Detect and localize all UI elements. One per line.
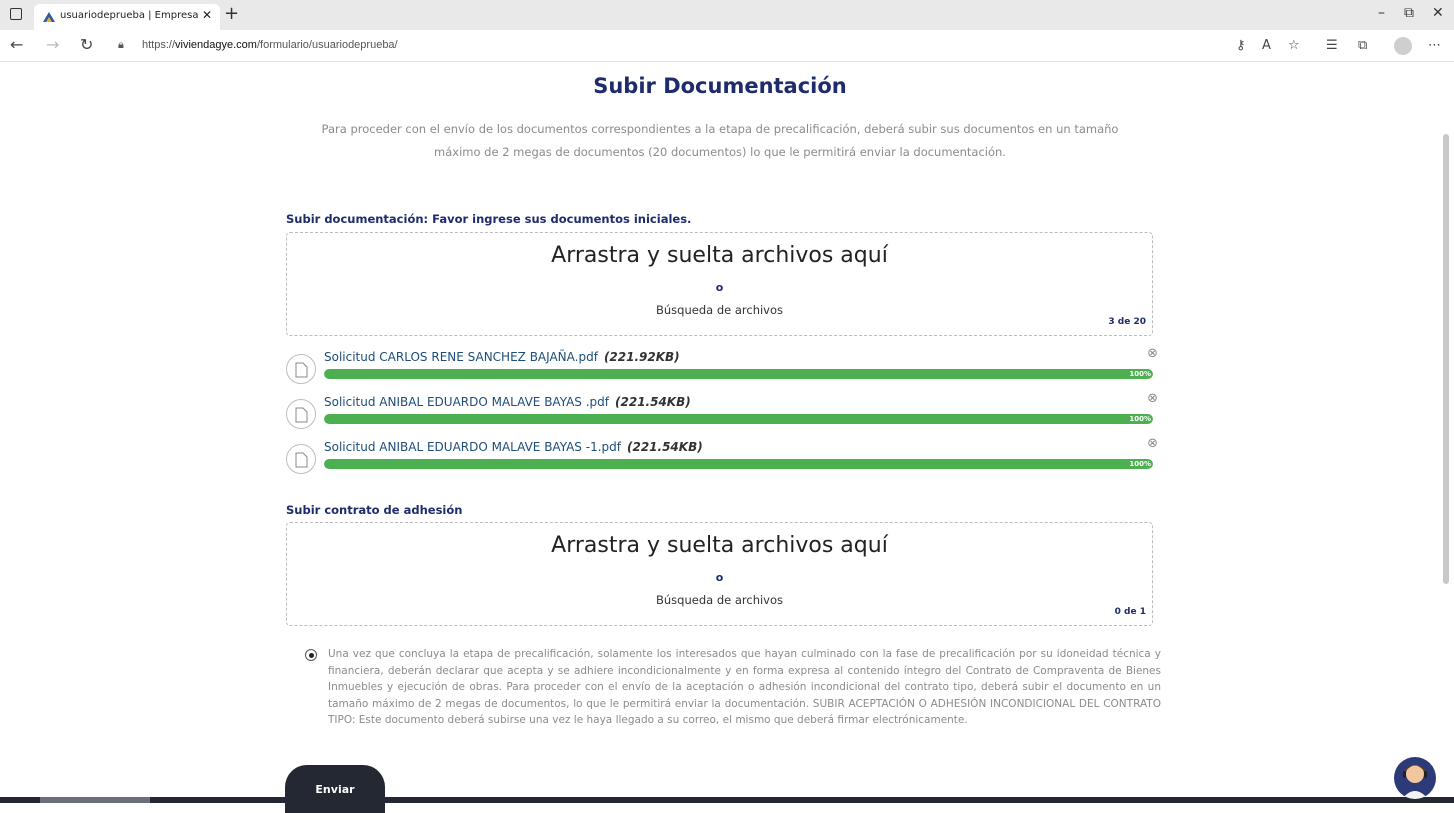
submit-button[interactable]: Enviar bbox=[285, 765, 385, 813]
remove-file-icon[interactable]: ⊗ bbox=[1147, 391, 1158, 406]
reload-icon[interactable]: ↻ bbox=[80, 35, 93, 54]
docs-dropzone[interactable]: Arrastra y suelta archivos aquí o Búsque… bbox=[286, 232, 1153, 336]
chat-assistant-icon[interactable] bbox=[1394, 757, 1436, 799]
dropzone-or: o bbox=[715, 571, 724, 584]
file-item: Solicitud ANIBAL EDUARDO MALAVE BAYAS .p… bbox=[286, 391, 1158, 435]
scrollbar[interactable] bbox=[1443, 134, 1449, 584]
file-icon bbox=[286, 354, 316, 384]
collections-icon[interactable]: ⧉ bbox=[1358, 38, 1367, 53]
file-size: (221.54KB) bbox=[615, 395, 691, 409]
page-content: Subir Documentación Para proceder con el… bbox=[0, 62, 1454, 813]
browse-files-link[interactable]: Búsqueda de archivos bbox=[287, 593, 1152, 607]
site-favicon-icon bbox=[43, 12, 55, 22]
file-item: Solicitud ANIBAL EDUARDO MALAVE BAYAS -1… bbox=[286, 436, 1158, 480]
page-title: Subir Documentación bbox=[593, 74, 847, 98]
key-icon[interactable]: ⚷ bbox=[1236, 38, 1246, 53]
remove-file-icon[interactable]: ⊗ bbox=[1147, 436, 1158, 451]
forward-icon[interactable]: → bbox=[46, 35, 59, 54]
more-options-icon[interactable]: ⋯ bbox=[1428, 38, 1441, 53]
browser-tab[interactable]: usuariodeprueba | Empresa Públ ✕ bbox=[34, 4, 220, 30]
progress-label: 100% bbox=[1129, 370, 1151, 378]
file-name: Solicitud CARLOS RENE SANCHEZ BAJAÑA.pdf bbox=[324, 350, 598, 364]
profile-icon[interactable] bbox=[1394, 37, 1412, 55]
file-icon bbox=[286, 399, 316, 429]
address-bar[interactable]: 🔒︎ https://viviendagye.com/formulario/us… bbox=[106, 34, 1226, 58]
file-size: (221.54KB) bbox=[626, 440, 703, 454]
upload-progress: 100% bbox=[324, 414, 1153, 424]
intro-text: Para proceder con el envío de los docume… bbox=[321, 122, 1119, 159]
remove-file-icon[interactable]: ⊗ bbox=[1147, 346, 1158, 361]
browse-files-link[interactable]: Búsqueda de archivos bbox=[287, 303, 1152, 317]
file-name: Solicitud ANIBAL EDUARDO MALAVE BAYAS .p… bbox=[324, 395, 610, 409]
file-item: Solicitud CARLOS RENE SANCHEZ BAJAÑA.pdf… bbox=[286, 346, 1158, 390]
url-text: https://viviendagye.com/formulario/usuar… bbox=[142, 39, 398, 51]
file-icon bbox=[286, 444, 316, 474]
progress-label: 100% bbox=[1129, 415, 1151, 423]
tab-actions-icon[interactable] bbox=[10, 8, 22, 20]
dropzone-title: Arrastra y suelta archivos aquí bbox=[551, 533, 888, 558]
tab-title: usuariodeprueba | Empresa Públ bbox=[60, 10, 200, 21]
file-count: 0 de 1 bbox=[1114, 607, 1146, 617]
file-size: (221.92KB) bbox=[603, 350, 680, 364]
browser-toolbar: ← → ↻ 🔒︎ https://viviendagye.com/formula… bbox=[0, 30, 1454, 62]
read-aloud-icon[interactable]: A bbox=[1262, 38, 1271, 53]
restore-icon[interactable]: ⧉ bbox=[1404, 5, 1414, 21]
lock-icon: 🔒︎ bbox=[118, 38, 124, 51]
back-icon[interactable]: ← bbox=[10, 35, 23, 54]
browser-titlebar: usuariodeprueba | Empresa Públ ✕ + – ⧉ ✕ bbox=[0, 0, 1454, 30]
dropzone-or: o bbox=[715, 281, 724, 294]
section-contract-label: Subir contrato de adhesión bbox=[286, 503, 463, 517]
upload-progress: 100% bbox=[324, 369, 1153, 379]
section-docs-label: Subir documentación: Favor ingrese sus d… bbox=[286, 212, 692, 226]
upload-progress: 100% bbox=[324, 459, 1153, 469]
minimize-icon[interactable]: – bbox=[1378, 5, 1385, 21]
progress-label: 100% bbox=[1129, 460, 1151, 468]
footer-bar bbox=[0, 797, 1454, 803]
favorites-list-icon[interactable]: ☰ bbox=[1326, 38, 1338, 53]
file-name: Solicitud ANIBAL EDUARDO MALAVE BAYAS -1… bbox=[324, 440, 621, 454]
terms-radio[interactable] bbox=[305, 649, 317, 661]
dropzone-title: Arrastra y suelta archivos aquí bbox=[551, 243, 888, 268]
favorite-icon[interactable]: ☆ bbox=[1288, 38, 1300, 53]
new-tab-icon[interactable]: + bbox=[224, 3, 239, 24]
tab-close-icon[interactable]: ✕ bbox=[202, 8, 212, 22]
file-count: 3 de 20 bbox=[1108, 317, 1146, 327]
terms-text: Una vez que concluya la etapa de precali… bbox=[328, 648, 1161, 726]
close-window-icon[interactable]: ✕ bbox=[1432, 5, 1444, 21]
contract-dropzone[interactable]: Arrastra y suelta archivos aquí o Búsque… bbox=[286, 522, 1153, 626]
